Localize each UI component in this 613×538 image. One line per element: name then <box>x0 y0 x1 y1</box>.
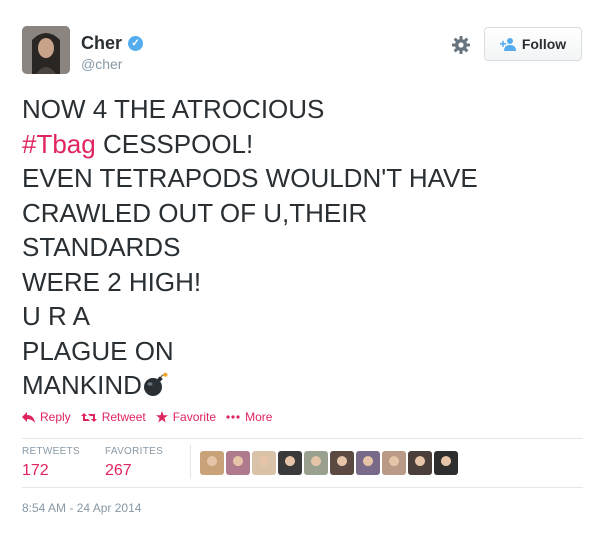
tweet-line: U R A <box>22 301 90 331</box>
tweet-line: CRAWLED OUT OF U,THEIR <box>22 197 368 228</box>
divider <box>22 487 583 488</box>
reply-button[interactable]: Reply <box>22 410 71 424</box>
tweet-text: NOW 4 THE ATROCIOUS #Tbag CESSPOOL! EVEN… <box>22 92 597 403</box>
favoriter-avatar[interactable] <box>304 451 328 475</box>
favoriter-avatar[interactable] <box>408 451 432 475</box>
reply-label: Reply <box>40 410 71 424</box>
stats-separator <box>190 445 191 479</box>
tweet-line: WERE 2 HIGH! <box>22 266 202 297</box>
add-user-icon <box>499 38 516 51</box>
avatar-photo <box>22 26 70 74</box>
favorites-stat[interactable]: FAVORITES 267 <box>105 446 163 480</box>
tweet-card: Cher ✓ @cher Follow NOW 4 THE ATROCIOUS … <box>0 0 613 538</box>
favorites-label: FAVORITES <box>105 446 164 457</box>
tweet-line: STANDARDS <box>22 232 181 262</box>
favoriter-avatar[interactable] <box>252 451 276 475</box>
favorites-count: 267 <box>105 462 132 479</box>
retweets-stat[interactable]: RETWEETS 172 <box>22 446 80 480</box>
favorited-by-avatars <box>200 451 460 475</box>
tweet-line: MANKIND <box>22 368 597 403</box>
verified-badge-icon: ✓ <box>128 36 144 51</box>
tweet-timestamp[interactable]: 8:54 AM - 24 Apr 2014 <box>22 501 141 515</box>
tweet-line-text: CESSPOOL! <box>102 128 254 159</box>
retweet-label: Retweet <box>101 410 146 424</box>
gear-icon[interactable] <box>451 35 471 55</box>
favoriter-avatar[interactable] <box>330 451 354 475</box>
star-icon <box>155 411 168 423</box>
favoriter-avatar[interactable] <box>382 451 406 475</box>
tweet-line-text: MANKIND <box>22 370 142 400</box>
tweet-line: PLAGUE ON <box>22 335 174 366</box>
more-button[interactable]: More <box>226 410 272 424</box>
avatar[interactable] <box>22 26 70 74</box>
more-label: More <box>245 410 273 424</box>
tweet-line: EVEN TETRAPODS WOULDN'T HAVE <box>22 163 478 193</box>
follow-button-label: Follow <box>521 36 567 52</box>
bomb-icon <box>143 372 168 396</box>
more-dots-icon <box>226 415 240 419</box>
profile-handle[interactable]: @cher <box>81 56 122 72</box>
follow-button[interactable]: Follow <box>484 27 582 61</box>
favoriter-avatar[interactable] <box>200 451 224 475</box>
retweet-icon <box>80 412 97 422</box>
favorite-label: Favorite <box>172 410 217 424</box>
tweet-actions: Reply Retweet Favorite More <box>22 410 282 424</box>
profile-name[interactable]: Cher <box>81 33 122 54</box>
favoriter-avatar[interactable] <box>278 451 302 475</box>
divider <box>22 438 583 439</box>
favoriter-avatar[interactable] <box>356 451 380 475</box>
tweet-line: #Tbag CESSPOOL! <box>22 127 597 162</box>
favoriter-avatar[interactable] <box>226 451 250 475</box>
tweet-line: NOW 4 THE ATROCIOUS <box>22 94 325 124</box>
hashtag-link[interactable]: #Tbag <box>22 129 96 159</box>
retweets-count: 172 <box>22 462 49 479</box>
favorite-button[interactable]: Favorite <box>155 410 217 424</box>
favoriter-avatar[interactable] <box>434 451 458 475</box>
retweet-button[interactable]: Retweet <box>80 410 146 424</box>
reply-icon <box>22 411 35 423</box>
retweets-label: RETWEETS <box>22 446 80 457</box>
